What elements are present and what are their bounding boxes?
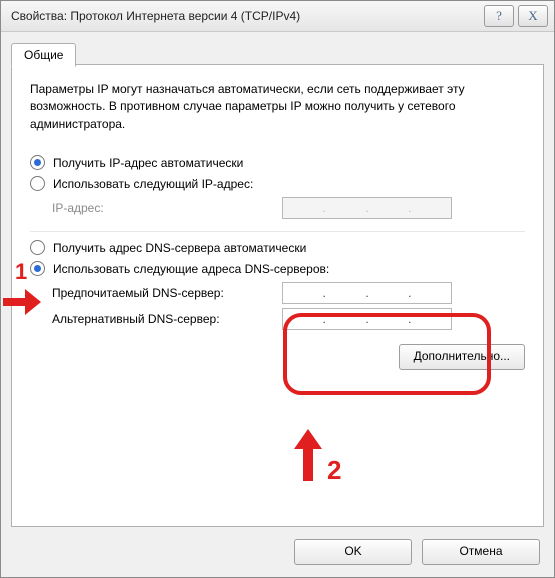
alternate-dns-field: Альтернативный DNS-сервер: ...: [52, 308, 525, 330]
tab-general[interactable]: Общие: [11, 43, 76, 67]
radio-ip-auto[interactable]: [30, 155, 45, 170]
description-text: Параметры IP могут назначаться автоматич…: [30, 81, 525, 133]
tab-strip: Общие: [11, 41, 544, 65]
ip-manual-row[interactable]: Использовать следующий IP-адрес:: [30, 176, 525, 191]
preferred-dns-label: Предпочитаемый DNS-сервер:: [52, 286, 282, 300]
advanced-button[interactable]: Дополнительно...: [399, 344, 525, 370]
window-title: Свойства: Протокол Интернета версии 4 (T…: [11, 9, 480, 23]
ip-address-input: ...: [282, 197, 452, 219]
radio-ip-auto-label: Получить IP-адрес автоматически: [53, 156, 243, 170]
dns-manual-row[interactable]: Использовать следующие адреса DNS-сервер…: [30, 261, 525, 276]
preferred-dns-input[interactable]: ...: [282, 282, 452, 304]
ok-button[interactable]: OK: [294, 539, 412, 565]
help-button[interactable]: ?: [484, 5, 514, 27]
cancel-button[interactable]: Отмена: [422, 539, 540, 565]
preferred-dns-field: Предпочитаемый DNS-сервер: ...: [52, 282, 525, 304]
radio-dns-auto-label: Получить адрес DNS-сервера автоматически: [53, 241, 306, 255]
ip-auto-row[interactable]: Получить IP-адрес автоматически: [30, 155, 525, 170]
close-button[interactable]: X: [518, 5, 548, 27]
radio-ip-manual-label: Использовать следующий IP-адрес:: [53, 177, 253, 191]
dialog-footer: OK Отмена: [294, 539, 540, 565]
title-bar: Свойства: Протокол Интернета версии 4 (T…: [1, 1, 554, 32]
radio-dns-manual-label: Использовать следующие адреса DNS-сервер…: [53, 262, 329, 276]
radio-dns-auto[interactable]: [30, 240, 45, 255]
alternate-dns-input[interactable]: ...: [282, 308, 452, 330]
advanced-row: Дополнительно...: [30, 344, 525, 370]
properties-dialog: Свойства: Протокол Интернета версии 4 (T…: [0, 0, 555, 578]
ip-address-field: IP-адрес: ...: [52, 197, 525, 219]
separator: [30, 231, 525, 232]
dialog-body: Общие Параметры IP могут назначаться авт…: [11, 41, 544, 527]
radio-ip-manual[interactable]: [30, 176, 45, 191]
tab-panel-general: Параметры IP могут назначаться автоматич…: [11, 64, 544, 527]
dns-auto-row[interactable]: Получить адрес DNS-сервера автоматически: [30, 240, 525, 255]
alternate-dns-label: Альтернативный DNS-сервер:: [52, 312, 282, 326]
radio-dns-manual[interactable]: [30, 261, 45, 276]
ip-address-label: IP-адрес:: [52, 201, 282, 215]
